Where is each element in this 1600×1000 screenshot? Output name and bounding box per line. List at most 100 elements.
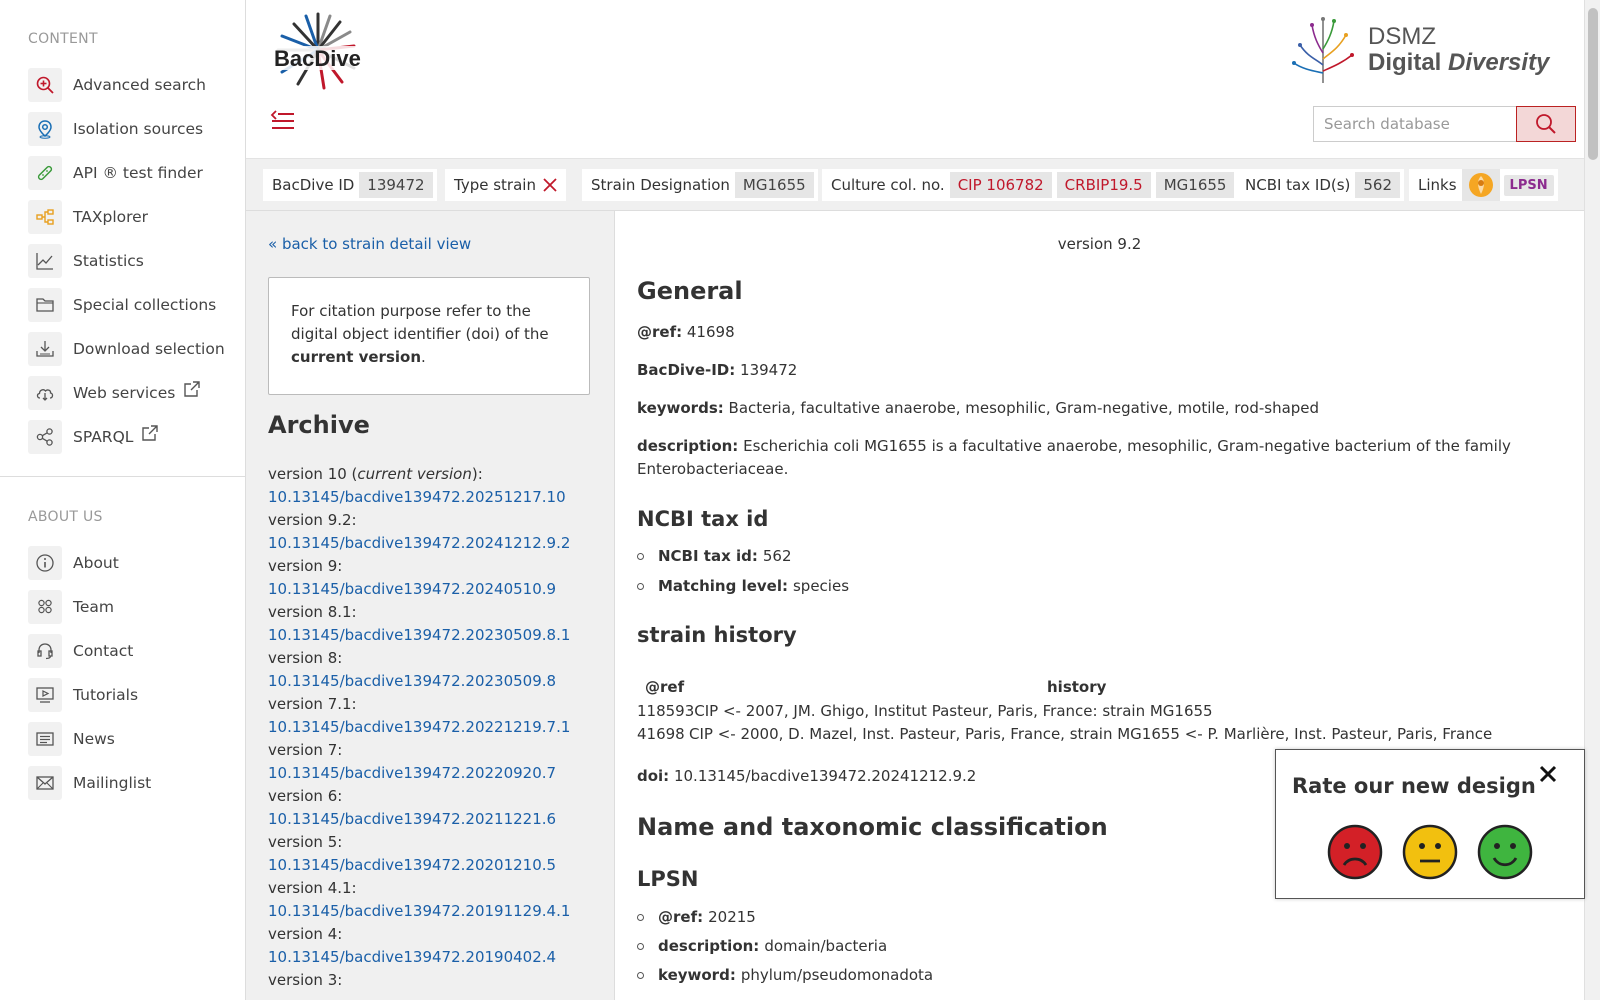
sidebar-item-label: Tutorials bbox=[73, 686, 139, 704]
sidebar-item-advanced-search[interactable]: Advanced search bbox=[28, 67, 206, 103]
archive-doi-link[interactable]: 10.13145/bacdive139472.20230509.8 bbox=[268, 670, 598, 693]
dsmz-tree-icon bbox=[1292, 17, 1354, 83]
matching-level-item: Matching level: species bbox=[637, 577, 849, 595]
culture-collection-label: Culture col. no. bbox=[831, 176, 945, 194]
archive-doi-link[interactable]: 10.13145/bacdive139472.20230509.8.1 bbox=[268, 624, 598, 647]
sidebar-item-label: Contact bbox=[73, 642, 134, 660]
video-tutorial-icon bbox=[28, 678, 62, 712]
dsmz-logo-line2: Digital Diversity bbox=[1368, 49, 1550, 76]
sidebar-item-label: SPARQL bbox=[73, 428, 134, 446]
mediadive-link[interactable] bbox=[1461, 169, 1500, 201]
history-row: 41698 CIP <- 2000, D. Mazel, Inst. Pasteu… bbox=[637, 725, 1493, 743]
line-chart-icon bbox=[28, 244, 62, 278]
archive-doi-link[interactable]: 10.13145/bacdive139472.20201210.5 bbox=[268, 854, 598, 877]
archive-version-label: version 8.1: bbox=[268, 603, 357, 621]
download-icon bbox=[28, 332, 62, 366]
archive-version-label: version 3: bbox=[268, 971, 343, 989]
headset-icon bbox=[28, 634, 62, 668]
rate-design-title: Rate our new design bbox=[1292, 774, 1536, 798]
sidebar-item-sparql[interactable]: SPARQL bbox=[28, 419, 159, 455]
bacdive-id-field: BacDive-ID: 139472 bbox=[637, 361, 798, 379]
archive-version-label: version 8: bbox=[268, 649, 343, 667]
sidebar-item-contact[interactable]: Contact bbox=[28, 633, 133, 669]
sidebar-item-taxplorer[interactable]: TAXplorer bbox=[28, 199, 148, 235]
strain-designation-label: Strain Designation bbox=[591, 176, 730, 194]
mediadive-icon bbox=[1468, 173, 1493, 197]
sidebar-divider bbox=[0, 476, 246, 477]
sidebar-item-web-services[interactable]: Web services bbox=[28, 375, 201, 411]
close-icon[interactable] bbox=[1536, 762, 1560, 786]
sidebar-item-label: Advanced search bbox=[73, 76, 206, 94]
bacdive-logo[interactable]: BacDive bbox=[268, 10, 368, 92]
archive-version-label: version 9: bbox=[268, 557, 343, 575]
sidebar-item-mailinglist[interactable]: Mailinglist bbox=[28, 765, 151, 801]
sidebar-item-download-selection[interactable]: Download selection bbox=[28, 331, 225, 367]
history-col-ref: @ref bbox=[645, 678, 685, 696]
archive-doi-link[interactable]: 10.13145/bacdive139472.20190402.4 bbox=[268, 946, 598, 969]
archive-version-label: version 10 (current version): bbox=[268, 465, 483, 483]
sidebar-item-special-collections[interactable]: Special collections bbox=[28, 287, 216, 323]
collapse-menu-button[interactable] bbox=[270, 108, 296, 134]
ncbi-tax-item: NCBI tax id: 562 bbox=[637, 547, 792, 565]
section-title-strain-history: strain history bbox=[637, 623, 797, 647]
ncbi-tax-tag: NCBI tax ID(s) 562 bbox=[1236, 169, 1405, 201]
share-graph-icon bbox=[28, 420, 62, 454]
lpsn-ref-item: @ref: 20215 bbox=[637, 908, 756, 926]
archive-doi-link[interactable]: 10.13145/bacdive139472.20211221.6 bbox=[268, 808, 598, 831]
search-button[interactable] bbox=[1516, 106, 1576, 142]
culture-collection-tag: Culture col. no. CIP 106782 CRBIP19.5 MG… bbox=[822, 169, 1239, 201]
dsmz-logo-line1: DSMZ bbox=[1368, 23, 1436, 50]
scrollbar-thumb[interactable] bbox=[1588, 8, 1598, 160]
sidebar-item-label: Mailinglist bbox=[73, 774, 152, 792]
hierarchy-icon bbox=[28, 200, 62, 234]
newspaper-icon bbox=[28, 722, 62, 756]
archive-version-label: version 9.2: bbox=[268, 511, 357, 529]
keywords-field: keywords: Bacteria, facultative anaerobe… bbox=[637, 399, 1320, 417]
sad-face-icon[interactable] bbox=[1327, 824, 1383, 880]
archive-doi-link[interactable]: 10.13145/bacdive139472.20240510.9 bbox=[268, 578, 598, 601]
archive-doi-link[interactable]: 10.13145/bacdive139472.20221219.7.1 bbox=[268, 716, 598, 739]
happy-face-icon[interactable] bbox=[1477, 824, 1533, 880]
lpsn-link[interactable]: LPSN bbox=[1503, 174, 1554, 196]
culture-link-cip[interactable]: CIP 106782 bbox=[949, 172, 1052, 198]
version-label: version 9.2 bbox=[1057, 235, 1142, 253]
archive-doi-link[interactable]: 10.13145/bacdive139472.20251217.10 bbox=[268, 486, 598, 509]
sidebar-item-about[interactable]: About bbox=[28, 545, 119, 581]
archive-doi-link[interactable]: 10.13145/bacdive139472.20241212.9.2 bbox=[268, 532, 598, 555]
back-to-strain-link[interactable]: « back to strain detail view bbox=[268, 235, 471, 253]
neutral-face-icon[interactable] bbox=[1402, 824, 1458, 880]
info-icon bbox=[28, 546, 62, 580]
search-input[interactable] bbox=[1313, 106, 1516, 142]
section-title-taxonomy: Name and taxonomic classification bbox=[637, 813, 1108, 841]
type-strain-label: Type strain bbox=[454, 176, 536, 194]
zoom-in-icon bbox=[28, 68, 62, 102]
test-strip-icon bbox=[28, 156, 62, 190]
sidebar-item-team[interactable]: Team bbox=[28, 589, 114, 625]
archive-list: version 10 (current version): 10.13145/b… bbox=[268, 463, 598, 992]
sidebar-item-label: Web services bbox=[73, 384, 176, 402]
sidebar-item-api-test-finder[interactable]: API ® test finder bbox=[28, 155, 203, 191]
culture-link-crbip[interactable]: CRBIP19.5 bbox=[1056, 172, 1151, 198]
search-icon bbox=[1536, 114, 1556, 134]
section-title-ncbi: NCBI tax id bbox=[637, 507, 769, 531]
dsmz-logo[interactable]: DSMZ Digital Diversity bbox=[1288, 14, 1568, 86]
external-link-icon bbox=[142, 425, 159, 441]
archive-doi-link[interactable]: 10.13145/bacdive139472.20191129.4.1 bbox=[268, 900, 598, 923]
strain-designation-value: MG1655 bbox=[734, 172, 814, 198]
sidebar-item-isolation-sources[interactable]: Isolation sources bbox=[28, 111, 203, 147]
links-tag: Links LPSN bbox=[1409, 169, 1558, 201]
section-title-lpsn: LPSN bbox=[637, 867, 699, 891]
ref-field: @ref: 41698 bbox=[637, 323, 735, 341]
sidebar-item-statistics[interactable]: Statistics bbox=[28, 243, 144, 279]
sidebar-item-news[interactable]: News bbox=[28, 721, 115, 757]
external-link-icon bbox=[184, 381, 201, 397]
sidebar-item-tutorials[interactable]: Tutorials bbox=[28, 677, 138, 713]
strain-designation-tag: Strain Designation MG1655 bbox=[582, 169, 818, 201]
lpsn-keyword-item: keyword: phylum/pseudomonadota bbox=[637, 966, 933, 984]
bacdive-id-tag: BacDive ID 139472 bbox=[263, 169, 437, 201]
page-scrollbar[interactable] bbox=[1584, 0, 1600, 1000]
cloud-download-icon bbox=[28, 376, 62, 410]
sidebar: CONTENT Advanced search Isolation source… bbox=[0, 0, 246, 1000]
archive-doi-link[interactable]: 10.13145/bacdive139472.20220920.7 bbox=[268, 762, 598, 785]
ncbi-tax-value[interactable]: 562 bbox=[1355, 172, 1401, 198]
